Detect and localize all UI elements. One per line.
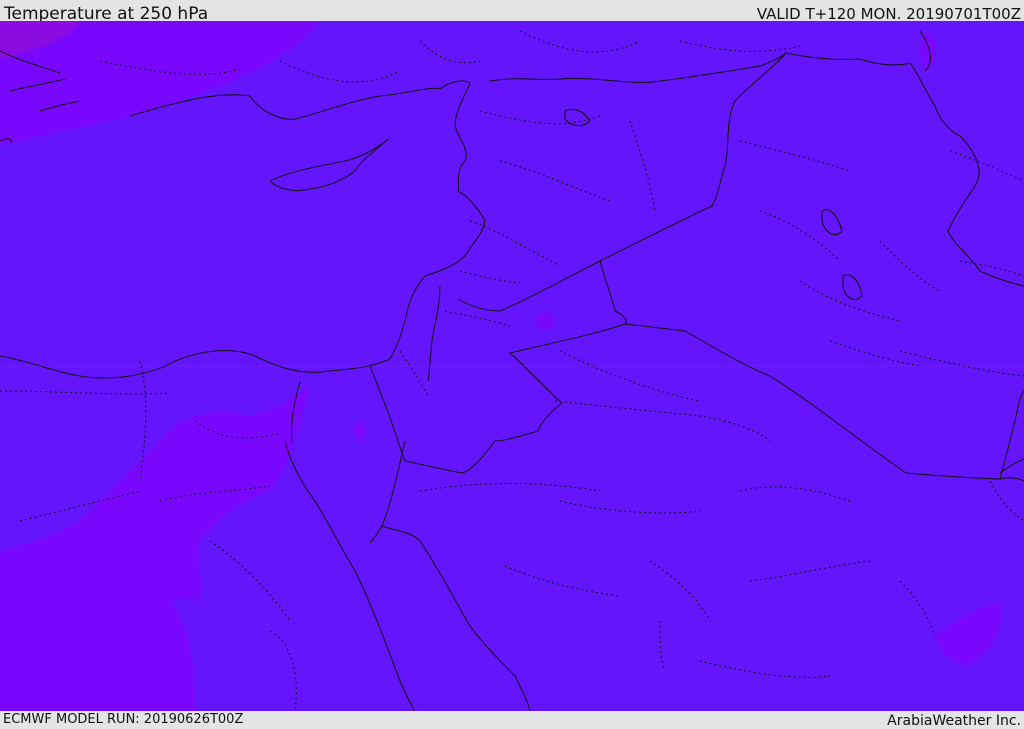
footer-bar: ECMWF MODEL RUN: 20190626T00Z ArabiaWeat… [0, 711, 1024, 729]
header-bar: Temperature at 250 hPa VALID T+120 MON. … [0, 0, 1024, 24]
map-canvas[interactable] [0, 21, 1024, 711]
field-patch-sinai [354, 421, 366, 441]
field-patch-jordan [535, 312, 555, 330]
temperature-map-svg [0, 21, 1024, 711]
field-patch-caspian [920, 33, 936, 69]
credit-label: ArabiaWeather Inc. [887, 713, 1021, 729]
model-run-label: ECMWF MODEL RUN: 20190626T00Z [3, 712, 244, 727]
map-viewer: Temperature at 250 hPa VALID T+120 MON. … [0, 0, 1024, 729]
